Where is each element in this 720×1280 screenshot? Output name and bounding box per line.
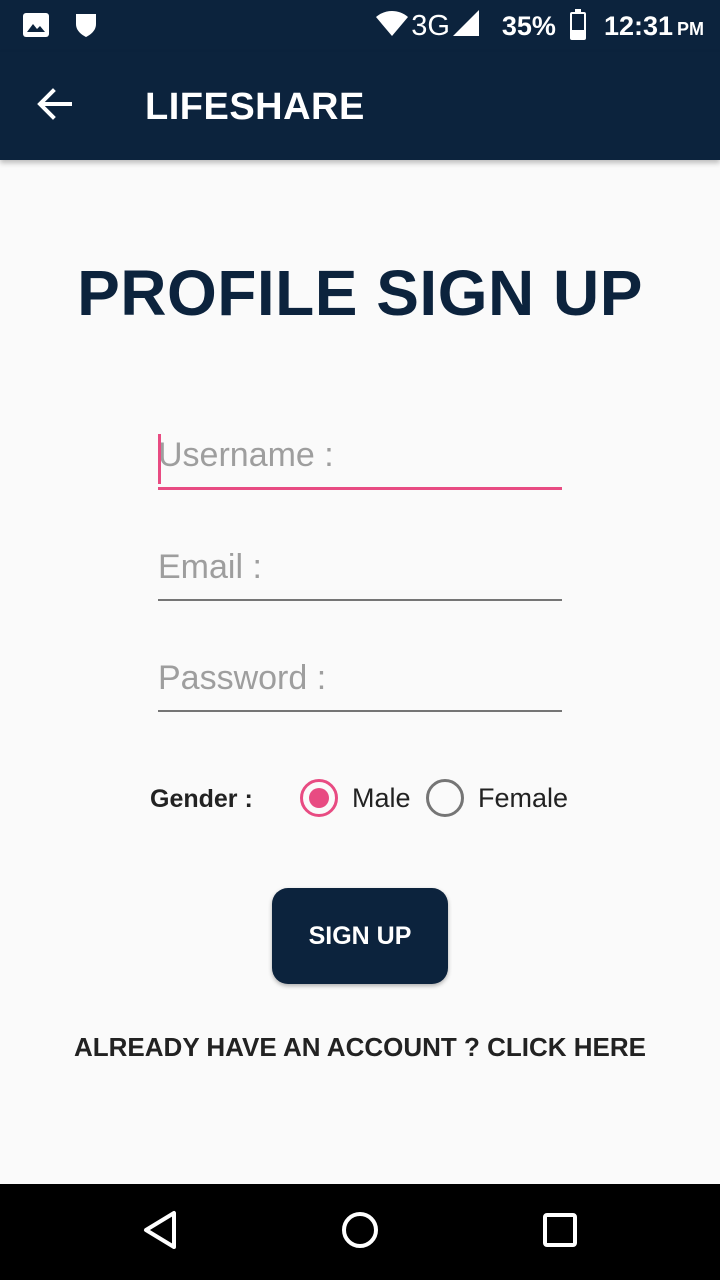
app-bar: LIFESHARE [0,52,720,160]
nav-home-button[interactable] [334,1206,386,1258]
radio-unchecked-icon[interactable] [426,779,464,817]
login-link[interactable]: ALREADY HAVE AN ACCOUNT ? CLICK HERE [0,1032,720,1063]
navigation-bar [0,1184,720,1280]
gender-option-label: Male [352,782,411,813]
radio-checked-icon[interactable] [300,779,338,817]
wifi-icon [375,9,409,44]
nav-back-button[interactable] [134,1206,186,1258]
signal-icon [452,9,480,44]
clock-ampm: PM [677,18,704,39]
arrow-left-icon [36,87,72,125]
recents-square-icon [542,1212,578,1253]
network-type: 3G [411,9,450,42]
shield-icon [74,12,98,43]
email-field[interactable] [158,541,562,601]
clock: 12:31 PM [604,11,704,42]
gender-option-male[interactable]: Male [300,778,411,818]
sign-up-button[interactable]: SIGN UP [272,888,448,984]
text-cursor [158,434,161,484]
page-title: PROFILE SIGN UP [77,257,643,329]
nav-recents-button[interactable] [534,1206,586,1258]
back-triangle-icon [142,1210,178,1255]
image-icon [22,12,50,43]
password-field[interactable] [158,652,562,712]
app-title: LIFESHARE [145,86,365,128]
clock-time: 12:31 [603,10,673,41]
gender-label: Gender : [150,785,253,813]
home-circle-icon [340,1210,380,1255]
battery-percent: 35% [501,10,556,41]
status-bar: 3G 35% 12:31 PM [0,0,720,52]
battery-icon [569,9,586,40]
back-button[interactable] [28,82,80,130]
battery-level [571,29,584,38]
username-field[interactable] [158,430,562,490]
gender-option-female[interactable]: Female [426,778,568,818]
gender-option-label: Female [478,782,569,813]
